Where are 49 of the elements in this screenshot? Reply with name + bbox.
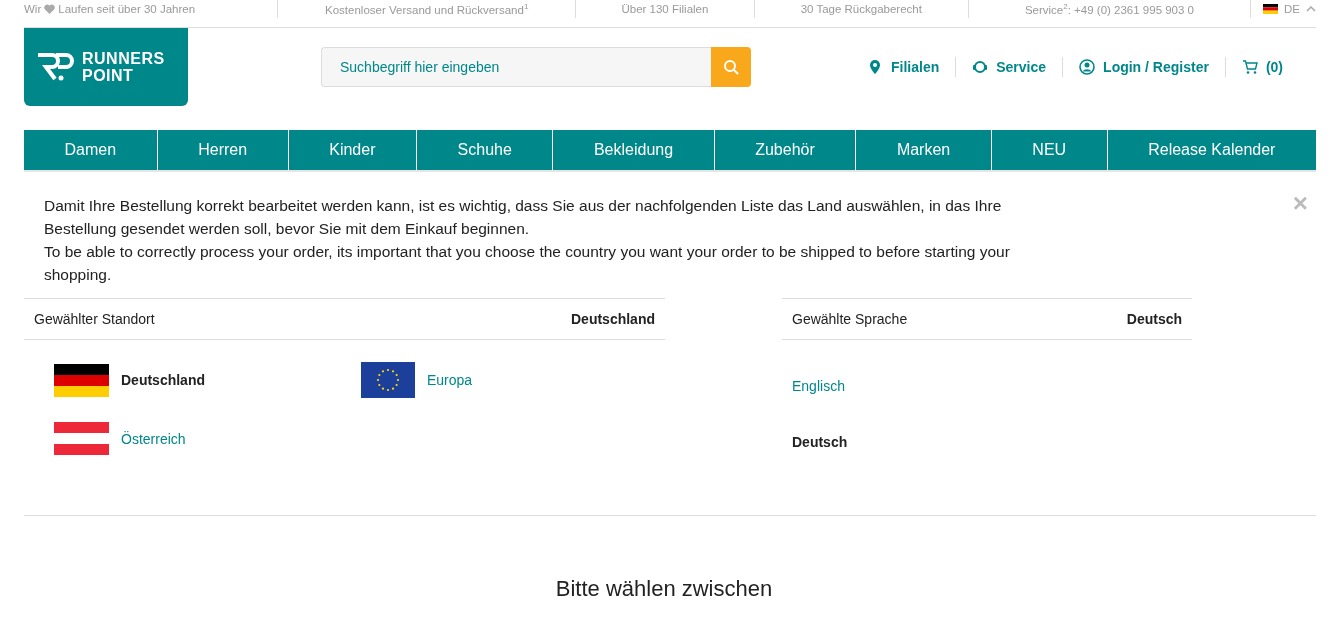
nav-item[interactable]: Kinder (288, 130, 417, 170)
eu-flag-icon (361, 362, 415, 398)
search-icon (723, 59, 739, 75)
map-pin-icon (867, 59, 883, 75)
info-text: 30 Tage Rückgaberecht (800, 3, 922, 15)
info-text: Kostenloser Versand und Rückversand$^{1}$ (325, 2, 529, 16)
nav-item[interactable]: NEU (991, 130, 1108, 170)
user-icon (1079, 59, 1096, 75)
country-option[interactable]: Österreich (54, 422, 361, 455)
germany-flag-icon (1263, 4, 1278, 14)
header-link[interactable]: Filialen (851, 57, 957, 77)
header-link[interactable]: Login / Register (1063, 57, 1226, 77)
intro-text: Damit Ihre Bestellung korrekt bearbeitet werden kann, ist es wichtig, dass Sie aus der nachfolgenden Liste das Land auswählen, in das Ihre Bestellung gesendet werden soll, bevor Sie mit dem Einkauf beginnen. (44, 196, 1003, 239)
language-option[interactable]: Deutsch (792, 434, 848, 450)
language-option[interactable]: Englisch (792, 378, 845, 394)
search-field[interactable]: Suchbegriff hier eingeben (321, 47, 711, 87)
nav-item[interactable]: Marken (856, 130, 992, 170)
logo-text: RUNNERS (82, 50, 165, 67)
nav-item[interactable]: Zubehör (714, 130, 857, 170)
nav-item[interactable]: Bekleidung (553, 130, 715, 170)
section-heading: Bitte wählen zwischen (554, 576, 774, 602)
logo-mark-icon (36, 52, 74, 82)
header-link[interactable]: (0) (1225, 57, 1299, 77)
country-option[interactable]: Deutschland (54, 362, 361, 398)
info-text: Über 130 Filialen (621, 3, 709, 15)
intro-text: To be able to correctly process your order, its important that you choose the country you want your order to be shipped to before starting your shopping. (44, 242, 1011, 285)
language-value: Deutsch (1126, 311, 1182, 327)
austria-flag-icon (54, 422, 109, 455)
nav-item[interactable]: Herren (157, 130, 289, 170)
heart-icon (44, 4, 56, 14)
slogan-text: Wir (24, 3, 42, 15)
location-value: Deutschland (571, 311, 655, 327)
headset-icon (972, 59, 989, 75)
country-option[interactable]: Europa (361, 362, 561, 398)
search-button[interactable] (711, 47, 751, 87)
slogan-text: Laufen seit über 30 Jahren (58, 3, 196, 15)
location-label: Gewählter Standort (34, 311, 155, 327)
language-switch[interactable]: DE (1251, 3, 1316, 15)
language-label: Gewählte Sprache (792, 311, 908, 327)
chevron-up-icon (1306, 6, 1316, 12)
nav-item[interactable]: Release Kalender (1107, 130, 1316, 170)
logo-text: POINT (82, 67, 135, 84)
germany-flag-icon (54, 363, 109, 397)
nav-item[interactable]: Schuhe (417, 130, 554, 170)
logo[interactable]: RUNNERS POINT (24, 28, 188, 106)
cart-icon (1241, 59, 1258, 75)
nav-item[interactable]: Damen (24, 130, 158, 170)
info-text: Service$^{2}$: +49 (0) 2361 995 903 0 (1024, 2, 1194, 16)
header-link[interactable]: Service (956, 57, 1064, 77)
